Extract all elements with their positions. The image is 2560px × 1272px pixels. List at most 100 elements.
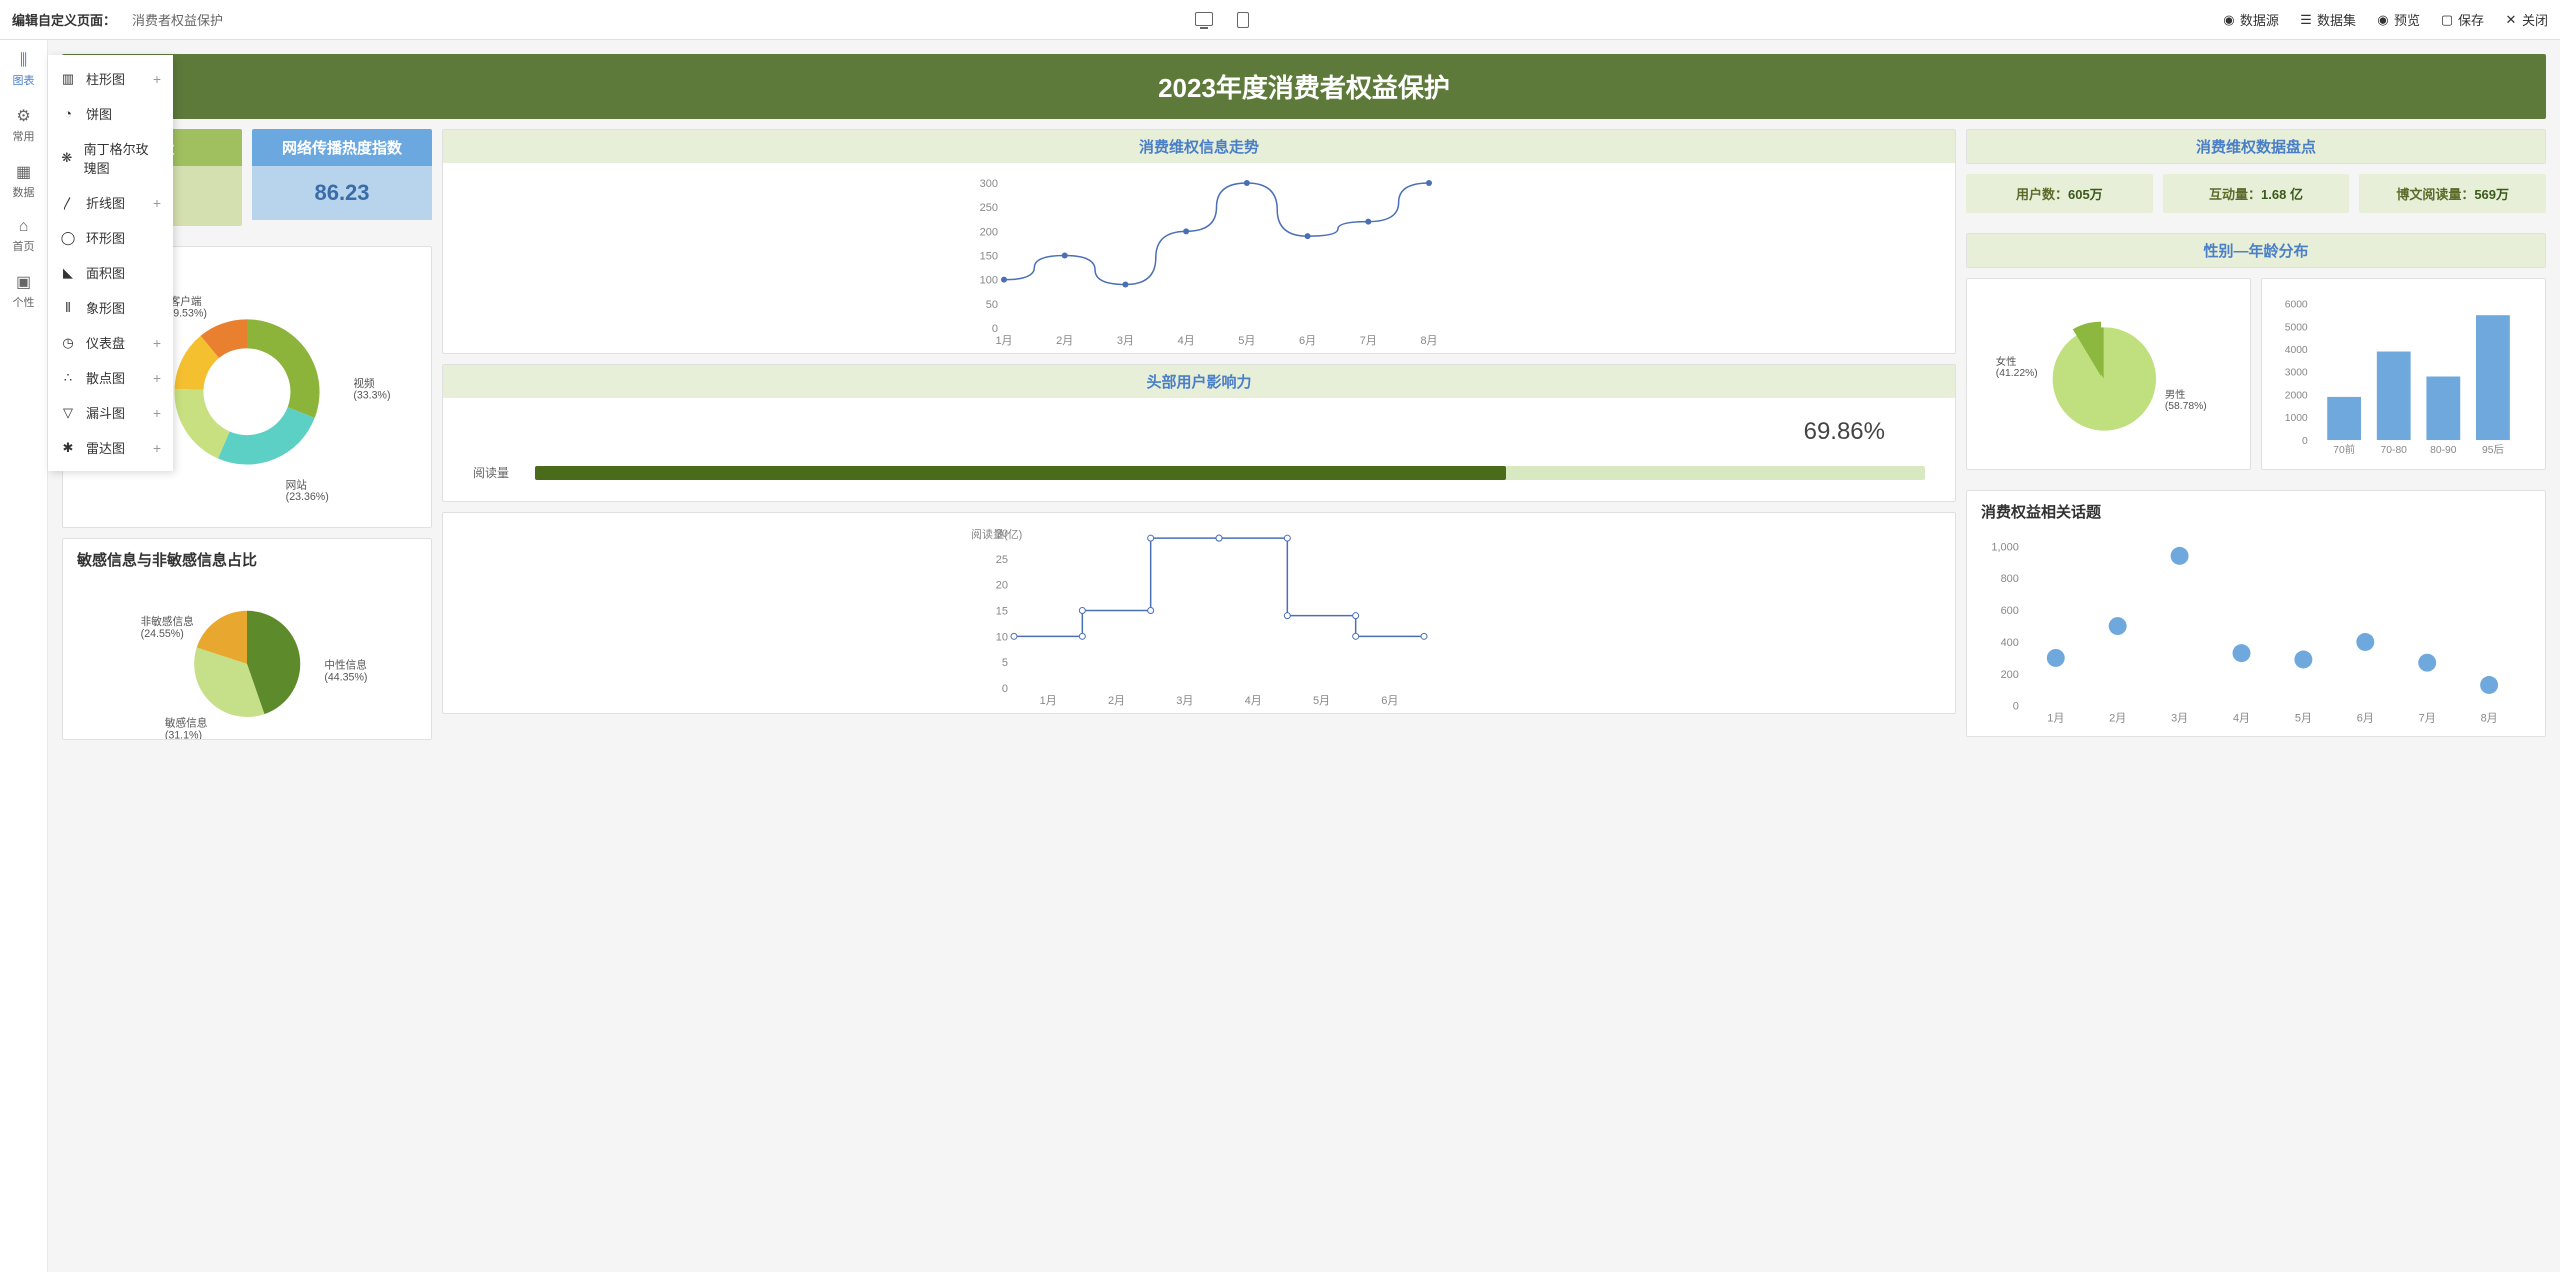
datapoints-panel[interactable]: 消费维权数据盘点	[1966, 129, 2546, 164]
svg-text:4月: 4月	[1178, 335, 1195, 347]
plus-icon: +	[153, 195, 161, 211]
donut-label-client: 客户端(9.53%)	[170, 295, 207, 320]
svg-text:4月: 4月	[2233, 713, 2250, 725]
svg-text:3000: 3000	[2285, 368, 2308, 379]
submenu-funnel[interactable]: ▽漏斗图+	[48, 395, 173, 430]
submenu-bar[interactable]: ▥柱形图+	[48, 61, 173, 96]
trend-line-panel[interactable]: 消费维权信息走势 0501001502002503001月2月3月4月5月6月7…	[442, 129, 1956, 354]
pie-chart-icon: ◔	[60, 106, 76, 121]
svg-text:6月: 6月	[2357, 713, 2374, 725]
progress-bar	[535, 466, 1925, 480]
submenu-pie[interactable]: ◔饼图	[48, 96, 173, 131]
sensitive-pie-chart: 非敏感信息(24.55%) 中性信息(44.35%) 敏感信息(31.1%)	[73, 584, 421, 739]
stat-users[interactable]: 用户数：605万	[1966, 174, 2153, 213]
dataset-button[interactable]: ☰数据集	[2299, 10, 2356, 29]
panel-title: 消费权益相关话题	[1967, 491, 2545, 526]
step-chart: 阅读量(亿)0510152025301月2月3月4月5月6月	[453, 523, 1945, 713]
svg-text:6月: 6月	[1381, 695, 1398, 707]
kpi-label: 网络传播热度指数	[252, 129, 432, 166]
trend-line-chart: 0501001502002503001月2月3月4月5月6月7月8月	[453, 173, 1945, 353]
svg-text:10: 10	[996, 631, 1008, 643]
submenu-line[interactable]: 〳折线图+	[48, 185, 173, 220]
svg-text:3月: 3月	[2171, 713, 2188, 725]
gender-pie-panel[interactable]: 女性(41.22%) 男性(58.78%)	[1966, 278, 2251, 470]
sensitive-pie-panel[interactable]: 敏感信息与非敏感信息占比 非敏感信息(24.55%) 中性信息(44.35%) …	[62, 538, 432, 740]
progress-label: 阅读量	[473, 464, 523, 481]
svg-text:5: 5	[1002, 657, 1008, 669]
svg-text:50: 50	[986, 299, 998, 311]
svg-text:1000: 1000	[2285, 413, 2308, 424]
panel-title: 消费维权信息走势	[443, 130, 1955, 163]
preview-button[interactable]: ◉预览	[2376, 10, 2420, 29]
panel-title: 头部用户影响力	[443, 365, 1955, 398]
submenu-pictogram[interactable]: ⦀象形图	[48, 290, 173, 325]
panel-title: 敏感信息与非敏感信息占比	[63, 539, 431, 574]
save-icon: ▢	[2440, 13, 2454, 27]
stat-reads[interactable]: 博文阅读量：569万	[2359, 174, 2546, 213]
rose-chart-icon: ❋	[60, 150, 74, 166]
pie-label-male: 男性(58.78%)	[2165, 388, 2207, 412]
svg-text:2月: 2月	[2109, 713, 2126, 725]
close-icon: ✕	[2504, 13, 2518, 27]
submenu-gauge[interactable]: ◷仪表盘+	[48, 325, 173, 360]
sidebar-item-data[interactable]: ▦数据	[13, 162, 35, 200]
age-bar-panel[interactable]: 010002000300040005000600070前70-8080-9095…	[2261, 278, 2546, 470]
design-canvas[interactable]: 2023年度消费者权益保护 信息量 3万 网络传播热度指数 86.23	[48, 40, 2560, 1272]
svg-text:95后: 95后	[2482, 444, 2504, 456]
svg-text:30: 30	[996, 528, 1008, 540]
svg-text:300: 300	[980, 178, 998, 190]
svg-text:80-90: 80-90	[2430, 445, 2457, 456]
table-icon: ▦	[16, 162, 31, 182]
gear-icon: ⚙	[16, 106, 30, 126]
demo-panel[interactable]: 性别—年龄分布	[1966, 233, 2546, 268]
svg-text:8月: 8月	[1420, 335, 1437, 347]
submenu-scatter[interactable]: ∴散点图+	[48, 360, 173, 395]
svg-text:70-80: 70-80	[2381, 445, 2408, 456]
topic-scatter-panel[interactable]: 消费权益相关话题 02004006008001,0001月2月3月4月5月6月7…	[1966, 490, 2546, 737]
close-button[interactable]: ✕关闭	[2504, 10, 2548, 29]
progress-percent: 69.86%	[473, 418, 1925, 446]
svg-text:3月: 3月	[1117, 335, 1134, 347]
gauge-icon: ◷	[60, 335, 76, 351]
svg-text:0: 0	[992, 323, 998, 335]
svg-text:150: 150	[980, 251, 998, 263]
tablet-view-icon[interactable]	[1237, 12, 1249, 28]
page-title-banner[interactable]: 2023年度消费者权益保护	[62, 54, 2546, 119]
pie-label-neutral: 中性信息(44.35%)	[324, 659, 367, 684]
sidebar-item-home[interactable]: ⌂首页	[13, 218, 35, 254]
page-name-input[interactable]: 消费者权益保护	[132, 10, 223, 29]
plus-icon: +	[153, 71, 161, 87]
datasource-button[interactable]: ◉数据源	[2222, 10, 2279, 29]
influence-panel[interactable]: 头部用户影响力 69.86% 阅读量	[442, 364, 1956, 502]
svg-text:4000: 4000	[2285, 345, 2308, 356]
plus-icon: +	[153, 335, 161, 351]
radar-icon: ✱	[60, 440, 76, 456]
line-chart-icon: 〳	[60, 193, 76, 212]
sidebar-item-common[interactable]: ⚙常用	[13, 106, 35, 144]
svg-text:600: 600	[2001, 605, 2019, 617]
donut-label-video: 视频(33.3%)	[353, 377, 390, 402]
stat-interactions[interactable]: 互动量：1.68 亿	[2163, 174, 2350, 213]
plus-icon: +	[153, 405, 161, 421]
svg-text:5月: 5月	[1238, 335, 1255, 347]
desktop-view-icon[interactable]	[1195, 12, 1213, 26]
submenu-rose[interactable]: ❋南丁格尔玫瑰图	[48, 131, 173, 185]
svg-text:6月: 6月	[1299, 335, 1316, 347]
pie-label-female: 女性(41.22%)	[1996, 355, 2038, 379]
svg-text:5月: 5月	[2295, 713, 2312, 725]
sidebar-item-chart[interactable]: ⫼图表	[13, 52, 35, 88]
chart-icon: ⫼	[20, 52, 27, 70]
svg-text:7月: 7月	[2419, 713, 2436, 725]
svg-text:1,000: 1,000	[1991, 541, 2018, 553]
area-chart-icon: ◣	[60, 265, 76, 281]
kpi-heat-index[interactable]: 网络传播热度指数 86.23	[252, 129, 432, 226]
svg-text:800: 800	[2001, 573, 2019, 585]
sidebar-item-custom[interactable]: ▣个性	[13, 272, 35, 310]
save-button[interactable]: ▢保存	[2440, 10, 2484, 29]
age-bar-chart: 010002000300040005000600070前70-8080-9095…	[2272, 289, 2535, 469]
svg-text:5000: 5000	[2285, 322, 2308, 333]
submenu-radar[interactable]: ✱雷达图+	[48, 430, 173, 465]
submenu-area[interactable]: ◣面积图	[48, 255, 173, 290]
reads-step-panel[interactable]: 阅读量(亿)0510152025301月2月3月4月5月6月	[442, 512, 1956, 714]
submenu-ring[interactable]: ◯环形图	[48, 220, 173, 255]
